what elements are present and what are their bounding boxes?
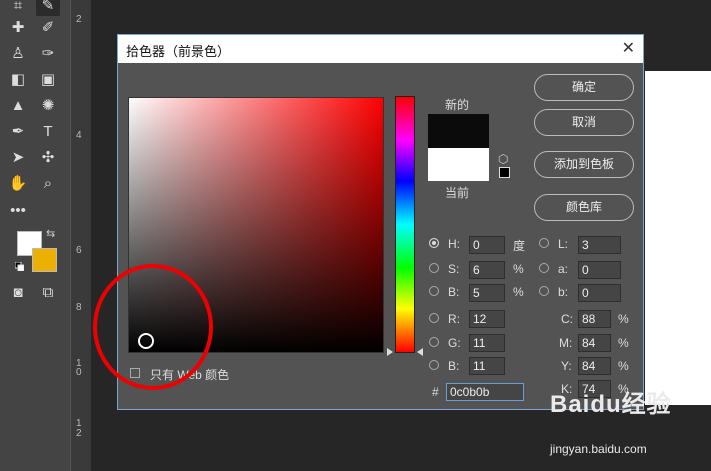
radio-s[interactable] [429,263,439,273]
hex-input[interactable]: 0c0b0b [446,383,524,401]
current-color-swatch[interactable] [428,148,489,181]
label-s: S: [448,262,460,276]
input-r[interactable]: 12 [469,310,505,328]
radio-r[interactable] [429,313,439,323]
unit-c: % [618,312,629,326]
color-libraries-button[interactable]: 颜色库 [534,194,634,221]
unit-y: % [618,359,629,373]
eraser-icon[interactable]: ◧ [6,68,30,90]
hand-icon[interactable]: ✋ [6,172,30,194]
path-select-icon[interactable]: ➤ [6,146,30,168]
label-y: Y: [561,359,572,373]
radio-h[interactable] [429,238,439,248]
gamut-cube-icon[interactable]: ⬡ [498,152,508,166]
new-color-label: 新的 [445,98,470,112]
hue-slider-left-arrow-icon[interactable] [387,348,393,356]
background-swatch[interactable] [32,248,57,272]
ok-button[interactable]: 确定 [534,74,634,101]
label-h: H: [448,237,460,251]
swap-colors-icon[interactable]: ⇆ [46,227,55,240]
brush-icon[interactable]: ✐ [36,16,60,38]
input-y[interactable]: 84 [578,357,611,375]
label-b: b: [558,285,569,299]
new-color-swatch [428,114,489,148]
ruler-label: 0 [76,367,82,378]
radio-b[interactable] [539,286,549,296]
label-m: M: [559,336,573,350]
ruler-label: 2 [76,14,82,25]
document-canvas[interactable] [645,71,711,405]
input-bc[interactable]: 11 [469,357,505,375]
ruler-label: 8 [76,302,82,313]
annotation-circle [93,264,213,390]
radio-l[interactable] [539,238,549,248]
cancel-button[interactable]: 取消 [534,109,634,136]
label-g: G: [448,336,461,350]
pen-icon[interactable]: ✒ [6,120,30,142]
toolbox: ⌗ ✎ ✚ ✐ ♙ ✑ ◧ ▣ ▲ ✺ ✒ T ➤ ✣ ✋ ⌕ ••• ⇆ ◙ … [0,0,70,471]
unit-m: % [618,336,629,350]
gradient-icon[interactable]: ▣ [36,68,60,90]
hue-slider[interactable] [395,96,415,353]
input-bv[interactable]: 5 [469,284,505,302]
unit-bv: % [513,285,524,299]
ruler-label: 2 [76,428,82,439]
eyedropper-icon[interactable]: ✎ [36,0,60,16]
sponge-icon[interactable]: ✺ [36,94,60,116]
input-a[interactable]: 0 [578,261,621,279]
watermark: Baidu经验 jingyan.baidu.com [550,384,711,471]
healing-icon[interactable]: ✚ [6,16,30,38]
unit-s: % [513,262,524,276]
radio-bv[interactable] [429,286,439,296]
watermark-logo: Baidu经验 [550,391,672,418]
dialog-titlebar: 拾色器（前景色） ✕ [118,35,643,63]
input-m[interactable]: 84 [578,334,611,352]
dialog-title: 拾色器（前景色） [126,44,231,59]
hue-slider-right-arrow-icon[interactable] [417,348,423,356]
label-bc: B: [448,359,460,373]
quick-mask-icon[interactable]: ◙ [6,281,30,303]
input-l[interactable]: 3 [578,236,621,254]
ruler-label: 6 [76,245,82,256]
label-a: a: [558,262,569,276]
input-c[interactable]: 88 [578,310,611,328]
watermark-url: jingyan.baidu.com [550,442,647,456]
blur-icon[interactable]: ▲ [6,94,30,116]
web-safe-swatch[interactable] [499,167,510,178]
label-l: L: [558,237,569,251]
label-bv: B: [448,285,460,299]
input-s[interactable]: 6 [469,261,505,279]
more-icon[interactable]: ••• [6,199,30,221]
input-g[interactable]: 11 [469,334,505,352]
unit-h: 度 [513,239,526,253]
vertical-ruler: 2 4 6 8 1 0 1 2 [70,0,91,471]
radio-g[interactable] [429,337,439,347]
label-c: C: [561,312,573,326]
radio-bc[interactable] [429,360,439,370]
stamp-icon[interactable]: ♙ [6,42,30,64]
add-to-swatches-button[interactable]: 添加到色板 [534,151,634,178]
shape-icon[interactable]: ✣ [36,146,60,168]
reset-colors-icon[interactable] [15,262,24,271]
current-color-label: 当前 [445,186,470,200]
history-brush-icon[interactable]: ✑ [36,42,60,64]
crop-icon[interactable]: ⌗ [6,0,30,16]
screen-mode-icon[interactable]: ⧉ [36,281,60,303]
type-icon[interactable]: T [36,120,60,142]
close-icon[interactable]: ✕ [622,38,635,58]
input-h[interactable]: 0 [469,236,505,254]
hex-prefix: # [432,385,439,399]
input-b[interactable]: 0 [578,284,621,302]
radio-a[interactable] [539,263,549,273]
ruler-label: 4 [76,130,82,141]
zoom-icon[interactable]: ⌕ [36,172,60,194]
label-r: R: [448,312,460,326]
